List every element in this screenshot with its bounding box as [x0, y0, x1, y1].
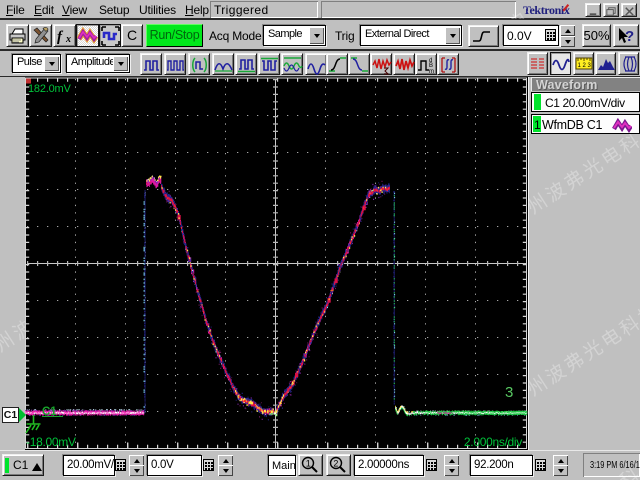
svg-text:182.0mV: 182.0mV [28, 83, 71, 95]
svg-text:x: x [65, 34, 71, 45]
svg-text:-18.00mV: -18.00mV [26, 435, 76, 449]
svg-text:f: f [57, 29, 64, 45]
svg-text:3: 3 [505, 384, 513, 401]
svg-text:?: ? [625, 28, 634, 45]
svg-text:m: m [429, 69, 434, 75]
svg-text:1 2 3: 1 2 3 [578, 63, 592, 69]
svg-text:2: 2 [333, 459, 338, 469]
svg-text:1: 1 [306, 459, 311, 469]
svg-text:2.000ns/div: 2.000ns/div [464, 435, 522, 449]
